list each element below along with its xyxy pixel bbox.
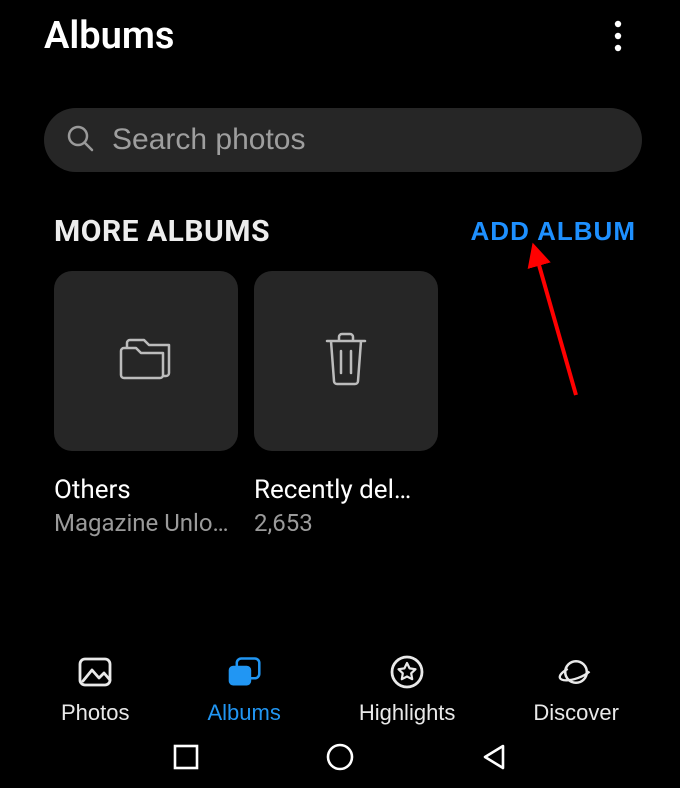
system-nav-bar: [0, 728, 680, 788]
triangle-back-icon: [481, 743, 507, 774]
more-vertical-icon: [613, 19, 623, 53]
search-icon: [66, 124, 94, 156]
albums-grid: Others Magazine Unlo… Recently del… 2,65…: [0, 249, 680, 537]
stack-icon: [226, 654, 262, 690]
section-title: MORE ALBUMS: [54, 214, 270, 249]
album-tile[interactable]: [54, 271, 238, 451]
circle-icon: [325, 742, 355, 775]
album-item-recently-deleted[interactable]: Recently del… 2,653: [254, 271, 438, 537]
overflow-menu-button[interactable]: [596, 14, 640, 58]
trash-icon: [319, 329, 373, 393]
bottom-tab-bar: Photos Albums Highlights Discover: [0, 654, 680, 728]
image-icon: [77, 654, 113, 690]
star-icon: [389, 654, 425, 690]
album-item-others[interactable]: Others Magazine Unlo…: [54, 271, 238, 537]
search-container: [0, 72, 680, 172]
planet-icon: [558, 654, 594, 690]
tab-photos[interactable]: Photos: [61, 654, 130, 726]
tab-label: Highlights: [359, 700, 456, 726]
album-name: Others: [54, 475, 238, 505]
tab-label: Discover: [533, 700, 619, 726]
header: Albums: [0, 0, 680, 72]
nav-home-button[interactable]: [318, 736, 362, 780]
album-name: Recently del…: [254, 475, 438, 505]
tab-label: Photos: [61, 700, 130, 726]
tab-albums[interactable]: Albums: [207, 654, 280, 726]
album-subtitle: Magazine Unlo…: [54, 509, 238, 537]
album-tile[interactable]: [254, 271, 438, 451]
page-title: Albums: [44, 14, 174, 58]
tab-discover[interactable]: Discover: [533, 654, 619, 726]
tab-highlights[interactable]: Highlights: [359, 654, 456, 726]
folder-icon: [116, 332, 176, 390]
search-bar[interactable]: [44, 108, 642, 172]
nav-back-button[interactable]: [472, 736, 516, 780]
section-header: MORE ALBUMS ADD ALBUM: [0, 172, 680, 249]
square-icon: [173, 744, 199, 773]
nav-recent-button[interactable]: [164, 736, 208, 780]
album-subtitle: 2,653: [254, 509, 438, 537]
tab-label: Albums: [207, 700, 280, 726]
search-input[interactable]: [112, 123, 620, 157]
add-album-button[interactable]: ADD ALBUM: [471, 216, 636, 247]
